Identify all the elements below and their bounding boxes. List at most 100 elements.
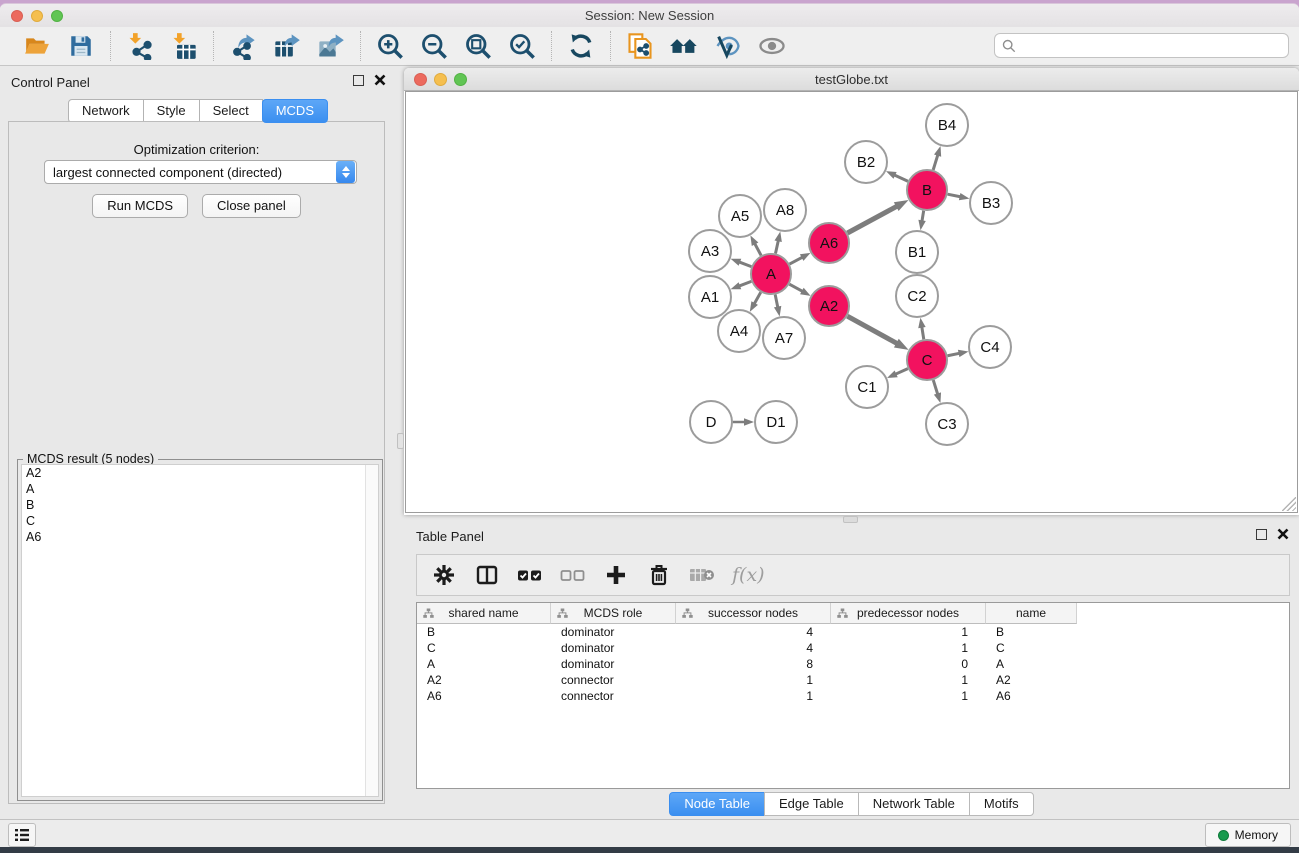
float-table-panel-icon[interactable] xyxy=(1256,529,1267,540)
graph-node-A2[interactable]: A2 xyxy=(809,286,849,326)
unselect-all-columns-button[interactable] xyxy=(560,561,586,589)
graph-edge xyxy=(738,281,751,286)
horizontal-split-grip[interactable] xyxy=(843,516,858,523)
column-header-successor-nodes[interactable]: successor nodes xyxy=(676,603,831,624)
show-task-history-button[interactable] xyxy=(8,823,36,847)
graph-node-A7[interactable]: A7 xyxy=(763,317,805,359)
export-network-button[interactable] xyxy=(226,31,260,61)
close-panel-icon[interactable] xyxy=(374,74,386,86)
graph-node-A[interactable]: A xyxy=(751,254,791,294)
graph-node-D1[interactable]: D1 xyxy=(755,401,797,443)
column-header-predecessor-nodes[interactable]: predecessor nodes xyxy=(831,603,986,624)
graph-node-C4[interactable]: C4 xyxy=(969,326,1011,368)
graph-node-D[interactable]: D xyxy=(690,401,732,443)
import-table-button[interactable] xyxy=(167,31,201,61)
node-table: shared nameMCDS rolesuccessor nodesprede… xyxy=(416,602,1290,789)
graph-node-B2[interactable]: B2 xyxy=(845,141,887,183)
graph-node-B1[interactable]: B1 xyxy=(896,231,938,273)
table-cell: A xyxy=(986,657,1077,671)
tab-network[interactable]: Network xyxy=(68,99,144,123)
delete-table-button[interactable] xyxy=(689,561,715,589)
zoom-out-button[interactable] xyxy=(417,31,451,61)
close-table-panel-icon[interactable] xyxy=(1277,528,1289,540)
plus-icon xyxy=(604,563,628,587)
mcds-result-item[interactable]: A6 xyxy=(22,529,378,545)
float-panel-icon[interactable] xyxy=(353,75,364,86)
toggle-column-panel-button[interactable] xyxy=(474,561,500,589)
graph-node-B3[interactable]: B3 xyxy=(970,182,1012,224)
table-cell: 1 xyxy=(831,641,986,655)
graph-node-C[interactable]: C xyxy=(907,340,947,380)
close-panel-button[interactable]: Close panel xyxy=(202,194,301,218)
home-view-button[interactable] xyxy=(667,31,701,61)
apply-layout-button[interactable] xyxy=(564,31,598,61)
select-all-columns-button[interactable] xyxy=(517,561,543,589)
control-panel: Control Panel NetworkStyleSelectMCDS Opt… xyxy=(0,66,396,822)
mcds-result-item[interactable]: A2 xyxy=(22,465,378,481)
tab-style[interactable]: Style xyxy=(143,99,200,123)
memory-button[interactable]: Memory xyxy=(1205,823,1291,847)
table-row[interactable]: A2connector11A2 xyxy=(417,672,1289,688)
tab-edge-table[interactable]: Edge Table xyxy=(764,792,859,816)
create-column-button[interactable] xyxy=(603,561,629,589)
mcds-result-item[interactable]: C xyxy=(22,513,378,529)
search-input[interactable] xyxy=(1021,38,1271,53)
function-builder-button[interactable]: f(x) xyxy=(732,561,765,589)
graph-node-A6[interactable]: A6 xyxy=(809,223,849,263)
graph-node-A1[interactable]: A1 xyxy=(689,276,731,318)
mcds-tab-content: Optimization criterion: largest connecte… xyxy=(8,121,385,804)
search-box[interactable] xyxy=(994,33,1289,58)
network-canvas[interactable]: B4 B2 B B3 A8A5 A6 A3 B1 A A1 C2 A2 A4A7 C4 C C1 C3 D D1 xyxy=(405,91,1298,513)
delete-column-button[interactable] xyxy=(646,561,672,589)
zoom-selected-button[interactable] xyxy=(505,31,539,61)
mcds-result-item[interactable]: B xyxy=(22,497,378,513)
graph-node-A8[interactable]: A8 xyxy=(764,189,806,231)
columns-icon xyxy=(475,563,499,587)
table-cell: A6 xyxy=(986,689,1077,703)
mcds-result-item[interactable]: A xyxy=(22,481,378,497)
export-table-icon xyxy=(273,32,301,60)
open-session-button[interactable] xyxy=(20,31,54,61)
table-settings-button[interactable] xyxy=(431,561,457,589)
network-window-titlebar[interactable]: testGlobe.txt xyxy=(404,68,1299,91)
graph-node-B[interactable]: B xyxy=(907,170,947,210)
table-row[interactable]: Bdominator41B xyxy=(417,624,1289,640)
graph-node-C1[interactable]: C1 xyxy=(846,366,888,408)
zoom-in-button[interactable] xyxy=(373,31,407,61)
table-row[interactable]: A6connector11A6 xyxy=(417,688,1289,704)
clone-network-button[interactable] xyxy=(623,31,657,61)
vertical-split-grip[interactable] xyxy=(397,433,404,449)
tab-select[interactable]: Select xyxy=(199,99,263,123)
column-header-name[interactable]: name xyxy=(986,603,1077,624)
import-network-button[interactable] xyxy=(123,31,157,61)
graph-node-B4[interactable]: B4 xyxy=(926,104,968,146)
run-mcds-button[interactable]: Run MCDS xyxy=(92,194,188,218)
zoom-out-icon xyxy=(420,32,448,60)
table-row[interactable]: Cdominator41C xyxy=(417,640,1289,656)
column-header-MCDS-role[interactable]: MCDS role xyxy=(551,603,676,624)
export-image-button[interactable] xyxy=(314,31,348,61)
hide-graphics-details-button[interactable] xyxy=(711,31,745,61)
tab-node-table[interactable]: Node Table xyxy=(669,792,765,816)
graph-node-A4[interactable]: A4 xyxy=(718,310,760,352)
graph-node-C3[interactable]: C3 xyxy=(926,403,968,445)
save-session-button[interactable] xyxy=(64,31,98,61)
list-scrollbar[interactable] xyxy=(365,465,378,796)
table-row[interactable]: Adominator80A xyxy=(417,656,1289,672)
graph-node-C2[interactable]: C2 xyxy=(896,275,938,317)
home-icon xyxy=(669,32,699,60)
tab-network-table[interactable]: Network Table xyxy=(858,792,970,816)
column-header-shared-name[interactable]: shared name xyxy=(417,603,551,624)
graph-edge-arrowhead xyxy=(750,301,758,312)
graph-node-A3[interactable]: A3 xyxy=(689,230,731,272)
mcds-result-list[interactable]: A2ABCA6 xyxy=(21,464,379,797)
tab-mcds[interactable]: MCDS xyxy=(262,99,328,123)
graph-node-A5[interactable]: A5 xyxy=(719,195,761,237)
tab-motifs[interactable]: Motifs xyxy=(969,792,1034,816)
optimization-criterion-select[interactable]: largest connected component (directed) xyxy=(44,160,357,184)
export-table-button[interactable] xyxy=(270,31,304,61)
show-graphics-details-button[interactable] xyxy=(755,31,789,61)
resize-grip-icon[interactable] xyxy=(1282,497,1296,511)
graph-edge-arrowhead xyxy=(800,288,811,296)
zoom-fit-button[interactable] xyxy=(461,31,495,61)
